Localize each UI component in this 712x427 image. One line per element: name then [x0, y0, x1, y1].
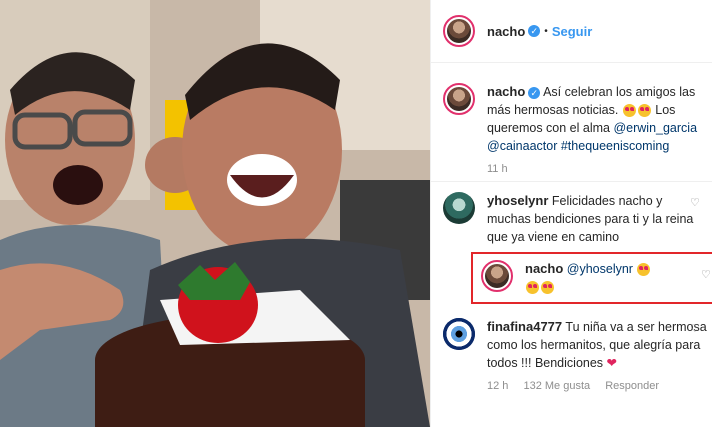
comment-text: finafina4777 Tu niña va a ser hermosa co…: [487, 318, 707, 372]
reply-text: nacho @yhoselynr: [525, 260, 685, 296]
heart-eyes-emoji: [541, 281, 554, 295]
separator-dot: •: [544, 25, 548, 37]
mention-link[interactable]: @cainaactor: [487, 139, 557, 153]
comment-meta: 12 h 132 Me gusta Responder: [487, 380, 707, 392]
caption-time: 11 h: [487, 163, 508, 175]
heart-eyes-emoji: [637, 104, 651, 118]
author-username[interactable]: nacho: [487, 24, 525, 39]
verified-icon: ✓: [528, 25, 541, 37]
comment-text: yhoselynr Felicidades nacho y muchas ben…: [487, 192, 700, 246]
red-heart-emoji: ❤: [606, 356, 618, 370]
heart-eyes-emoji: [637, 263, 651, 277]
heart-outline-icon[interactable]: ♡: [701, 268, 712, 281]
comment-username[interactable]: finafina4777: [487, 319, 562, 334]
commenter-avatar[interactable]: [443, 318, 475, 350]
follow-button[interactable]: Seguir: [552, 24, 592, 39]
post-side-panel: nacho ✓ • Seguir nacho ✓ Así celebran los…: [430, 0, 712, 427]
heart-outline-icon[interactable]: ♡: [690, 196, 702, 209]
mention-link[interactable]: @yhoselynr: [567, 262, 633, 276]
caption-username[interactable]: nacho: [487, 84, 525, 99]
comments-list: nacho ✓ Así celebran los amigos las más h…: [431, 63, 712, 392]
heart-eyes-emoji: [622, 104, 636, 118]
verified-icon: ✓: [528, 86, 541, 99]
reply-button[interactable]: Responder: [605, 380, 659, 392]
mention-link[interactable]: @erwin_garcia: [613, 121, 697, 135]
comment-username[interactable]: yhoselynr: [487, 193, 548, 208]
reply-author-avatar[interactable]: [481, 260, 513, 292]
hashtag-link[interactable]: #thequeeniscoming: [561, 139, 669, 153]
author-avatar[interactable]: [443, 15, 475, 47]
post-photo: [0, 0, 430, 427]
heart-eyes-emoji: [526, 281, 539, 295]
caption-text: nacho ✓ Así celebran los amigos las más h…: [487, 83, 707, 155]
comment-time: 12 h: [487, 380, 509, 392]
caption: nacho ✓ Así celebran los amigos las más h…: [443, 83, 700, 175]
comment-likes[interactable]: 132 Me gusta: [523, 380, 590, 392]
post-header: nacho ✓ • Seguir: [431, 0, 712, 63]
reply-username[interactable]: nacho: [525, 261, 563, 276]
photo-illustration: [0, 0, 430, 427]
commenter-avatar[interactable]: [443, 192, 475, 224]
comment: yhoselynr Felicidades nacho y muchas ben…: [443, 192, 700, 246]
heart-outline-icon[interactable]: ♡: [690, 322, 702, 335]
caption-meta: 11 h: [487, 163, 707, 175]
divider: [431, 181, 712, 182]
comment: finafina4777 Tu niña va a ser hermosa co…: [443, 318, 707, 392]
caption-author-avatar[interactable]: [443, 83, 475, 115]
highlighted-reply: nacho @yhoselynr ♡: [471, 252, 712, 304]
reply-comment: nacho @yhoselynr ♡: [481, 260, 712, 296]
